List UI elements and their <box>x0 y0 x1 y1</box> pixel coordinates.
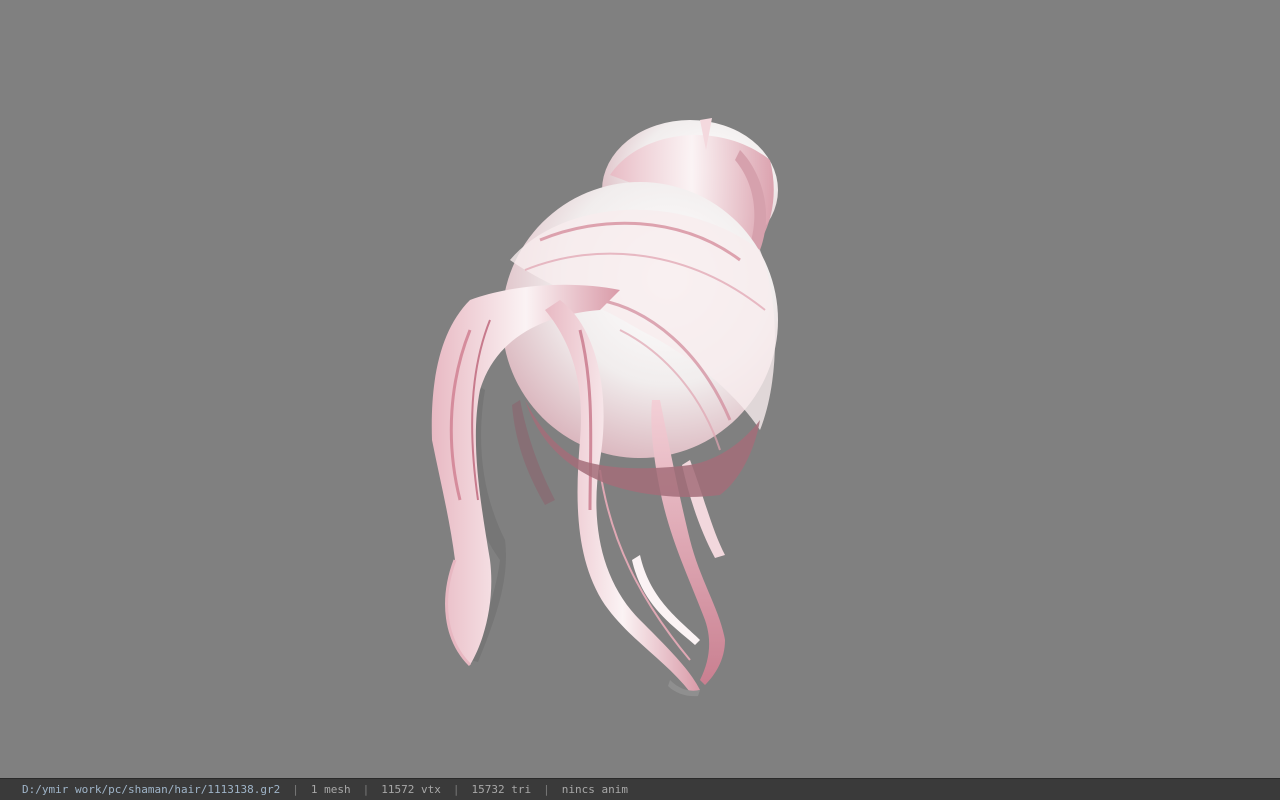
status-separator: | <box>543 783 550 796</box>
status-separator: | <box>362 783 370 796</box>
status-file-path: D:/ymir work/pc/shaman/hair/1113138.gr2 <box>22 783 281 796</box>
status-separator: | <box>452 783 460 796</box>
status-mesh-count: 1 mesh <box>310 783 351 796</box>
status-bar: D:/ymir work/pc/shaman/hair/1113138.gr2 … <box>0 778 1280 800</box>
3d-viewport[interactable] <box>0 0 1280 778</box>
status-vertex-count: 11572 vtx <box>381 783 441 796</box>
status-anim: nincs anim <box>561 783 628 796</box>
status-separator: | <box>292 783 299 796</box>
hair-model-3d <box>431 118 778 697</box>
status-triangle-count: 15732 tri <box>471 783 532 796</box>
